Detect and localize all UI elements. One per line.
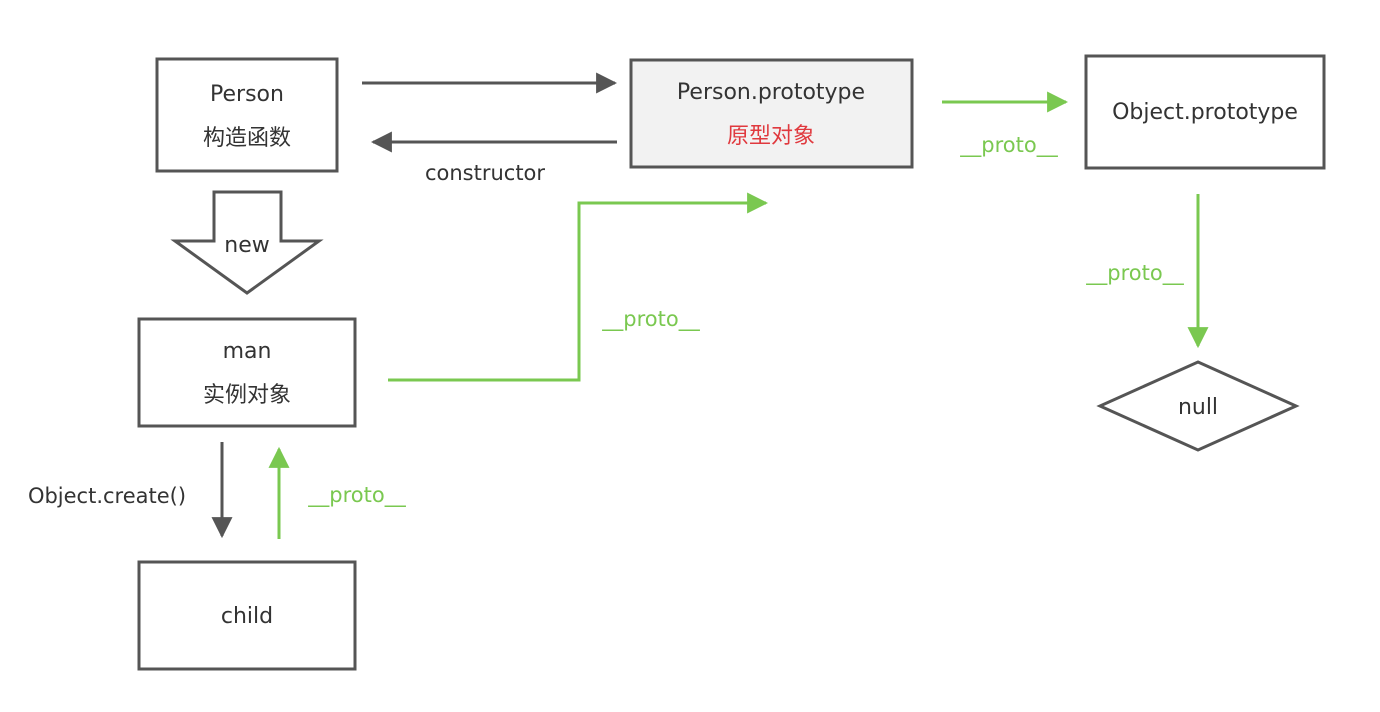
man-node-sublabel: 实例对象 bbox=[203, 383, 291, 408]
child-proto-label: __proto__ bbox=[307, 483, 406, 508]
new-arrow: new bbox=[170, 190, 324, 295]
person-node-sublabel: 构造函数 bbox=[203, 126, 291, 151]
child-node: child bbox=[137, 560, 357, 671]
person-prototype-sublabel: 原型对象 bbox=[727, 124, 815, 149]
null-node: null bbox=[1096, 360, 1300, 452]
man-node-label: man bbox=[223, 339, 272, 364]
object-prototype-label: Object.prototype bbox=[1112, 100, 1298, 125]
person-node-label: Person bbox=[210, 82, 284, 107]
child-node-label: child bbox=[221, 604, 273, 629]
person-constructor-node: Person 构造函数 bbox=[155, 57, 339, 173]
constructor-label: constructor bbox=[425, 161, 545, 185]
prototype-proto-label: __proto__ bbox=[959, 133, 1058, 158]
object-create-label: Object.create() bbox=[28, 484, 186, 508]
man-instance-node: man 实例对象 bbox=[137, 317, 357, 428]
prototype-chain-diagram: Person 构造函数 Person.prototype 原型对象 Object… bbox=[28, 54, 1326, 671]
new-label: new bbox=[224, 233, 269, 258]
null-node-label: null bbox=[1178, 395, 1218, 420]
person-prototype-node: Person.prototype 原型对象 bbox=[629, 58, 914, 169]
object-proto-label: __proto__ bbox=[1085, 261, 1184, 286]
man-proto-arrow bbox=[388, 192, 769, 382]
man-proto-label: __proto__ bbox=[601, 307, 700, 332]
person-prototype-label: Person.prototype bbox=[677, 80, 865, 105]
object-prototype-node: Object.prototype bbox=[1084, 54, 1326, 170]
